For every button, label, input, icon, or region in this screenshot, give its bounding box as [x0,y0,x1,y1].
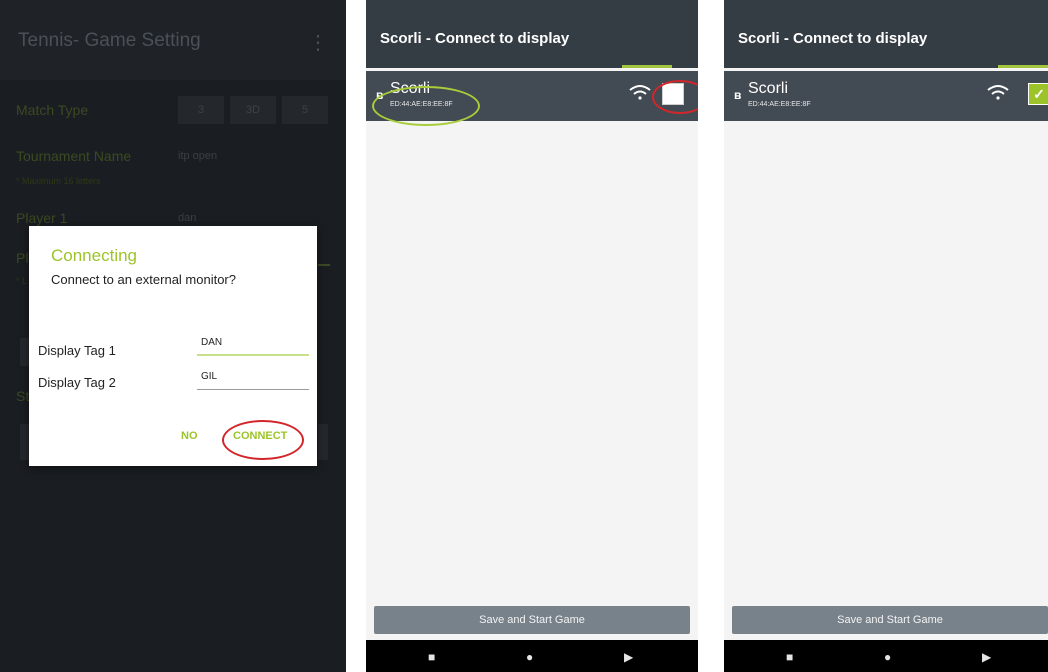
dialog-message: Connect to an external monitor? [51,272,236,287]
home-icon[interactable]: ● [526,650,533,664]
device-mac: ED:44:AE:E8:EE:8F [748,101,811,108]
app-bar: Scorli - Connect to display [366,0,698,68]
display-tag2-input[interactable]: GIL [197,366,309,390]
connecting-dialog: Connecting Connect to an external monito… [29,226,317,466]
bluetooth-icon: ʙ [376,88,384,102]
player2-hint: * L [16,276,28,286]
section-label: St [16,388,30,404]
app-bar: Tennis- Game Setting ⋮ [0,0,346,80]
device-row[interactable]: ʙ Scorli ED:44:AE:E8:EE:8F ✓ [724,71,1048,121]
dialog-title: Connecting [51,246,138,265]
match-type-option-5[interactable]: 5 [282,96,328,124]
match-type-label: Match Type [16,102,89,118]
setting-button-partial [318,424,328,460]
player2-label: Pl [16,250,29,266]
recents-icon[interactable]: ■ [428,650,435,664]
tab-indicator [622,65,672,68]
player1-label: Player 1 [16,210,68,226]
tournament-name-input[interactable]: itp open [178,150,217,162]
home-icon[interactable]: ● [884,650,891,664]
connect-display-screen-unchecked: Scorli - Connect to display ʙ Scorli ED:… [366,0,698,672]
tournament-name-hint: * Maximum 16 letters [16,176,101,186]
save-and-start-button[interactable]: Save and Start Game [374,606,690,634]
page-title: Tennis- Game Setting [18,30,201,51]
connect-button[interactable]: CONNECT [233,430,287,442]
more-vert-icon[interactable]: ⋮ [308,30,328,55]
bluetooth-icon: ʙ [734,88,742,102]
save-and-start-button[interactable]: Save and Start Game [732,606,1048,634]
device-name: Scorli [390,80,431,97]
back-icon[interactable]: ▶ [982,650,991,664]
device-checkbox[interactable] [662,83,684,105]
game-setting-screen: Tennis- Game Setting ⋮ Match Type 3 3D 5… [0,0,346,672]
device-name: Scorli [748,80,789,97]
device-mac: ED:44:AE:E8:EE:8F [390,101,453,108]
system-nav-bar: ■ ● ▶ [724,640,1048,672]
back-icon[interactable]: ▶ [624,650,633,664]
display-tag1-label: Display Tag 1 [38,343,116,358]
field-underline [318,264,330,266]
tournament-name-label: Tournament Name [16,148,132,164]
app-bar: Scorli - Connect to display [724,0,1048,68]
display-tag2-label: Display Tag 2 [38,375,116,390]
device-checkbox-checked[interactable]: ✓ [1028,83,1048,105]
system-nav-bar: ■ ● ▶ [366,640,698,672]
wifi-icon [629,85,651,100]
connect-display-screen-checked: Scorli - Connect to display ʙ Scorli ED:… [724,0,1048,672]
recents-icon[interactable]: ■ [786,650,793,664]
player1-input[interactable]: dan [178,212,196,224]
match-type-option-3[interactable]: 3 [178,96,224,124]
screenshot-collage: Tennis- Game Setting ⋮ Match Type 3 3D 5… [0,0,1048,672]
wifi-icon [987,85,1009,100]
match-type-option-3d[interactable]: 3D [230,96,276,124]
page-title: Scorli - Connect to display [380,30,570,47]
tab-indicator [998,65,1048,68]
device-row[interactable]: ʙ Scorli ED:44:AE:E8:EE:8F [366,71,698,121]
display-tag1-input[interactable]: DAN [197,332,309,356]
page-title: Scorli - Connect to display [738,30,928,47]
no-button[interactable]: NO [181,430,198,442]
